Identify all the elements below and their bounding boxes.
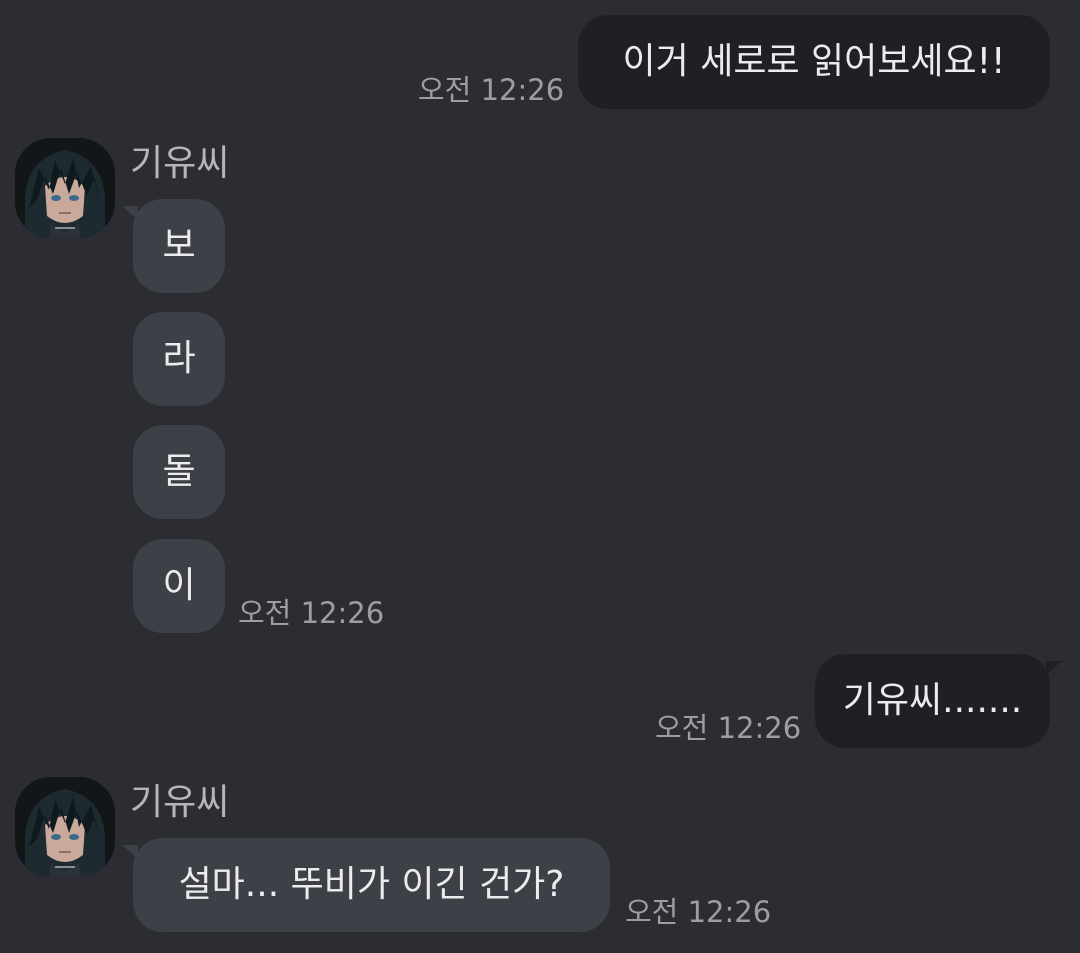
sender-avatar[interactable] [15, 138, 115, 238]
sender-avatar[interactable] [15, 777, 115, 877]
incoming-message-bubble[interactable]: 보 [133, 199, 225, 293]
message-text: 이 [162, 565, 196, 606]
sender-name: 기유씨 [130, 143, 230, 184]
outgoing-message-bubble[interactable]: 기유씨....... [815, 654, 1050, 748]
message-text: 설마... 뚜비가 이긴 건가? [178, 864, 565, 905]
anime-character-avatar-icon [15, 138, 115, 238]
message-timestamp: 오전 12:26 [418, 73, 565, 107]
outgoing-message-bubble[interactable]: 이거 세로로 읽어보세요!! [578, 15, 1050, 109]
incoming-message-bubble[interactable]: 이 [133, 539, 225, 633]
message-text: 이거 세로로 읽어보세요!! [622, 41, 1006, 82]
message-timestamp: 오전 12:26 [625, 895, 772, 929]
sender-name: 기유씨 [130, 782, 230, 823]
message-text: 기유씨....... [842, 680, 1023, 721]
message-text: 라 [162, 338, 196, 379]
incoming-message-bubble[interactable]: 돌 [133, 425, 225, 519]
message-text: 보 [162, 225, 196, 266]
message-text: 돌 [162, 451, 196, 492]
incoming-message-bubble[interactable]: 라 [133, 312, 225, 406]
incoming-message-bubble[interactable]: 설마... 뚜비가 이긴 건가? [133, 838, 610, 932]
message-timestamp: 오전 12:26 [238, 596, 385, 630]
bubble-tail [1046, 661, 1062, 675]
message-timestamp: 오전 12:26 [655, 711, 802, 745]
anime-character-avatar-icon [15, 777, 115, 877]
